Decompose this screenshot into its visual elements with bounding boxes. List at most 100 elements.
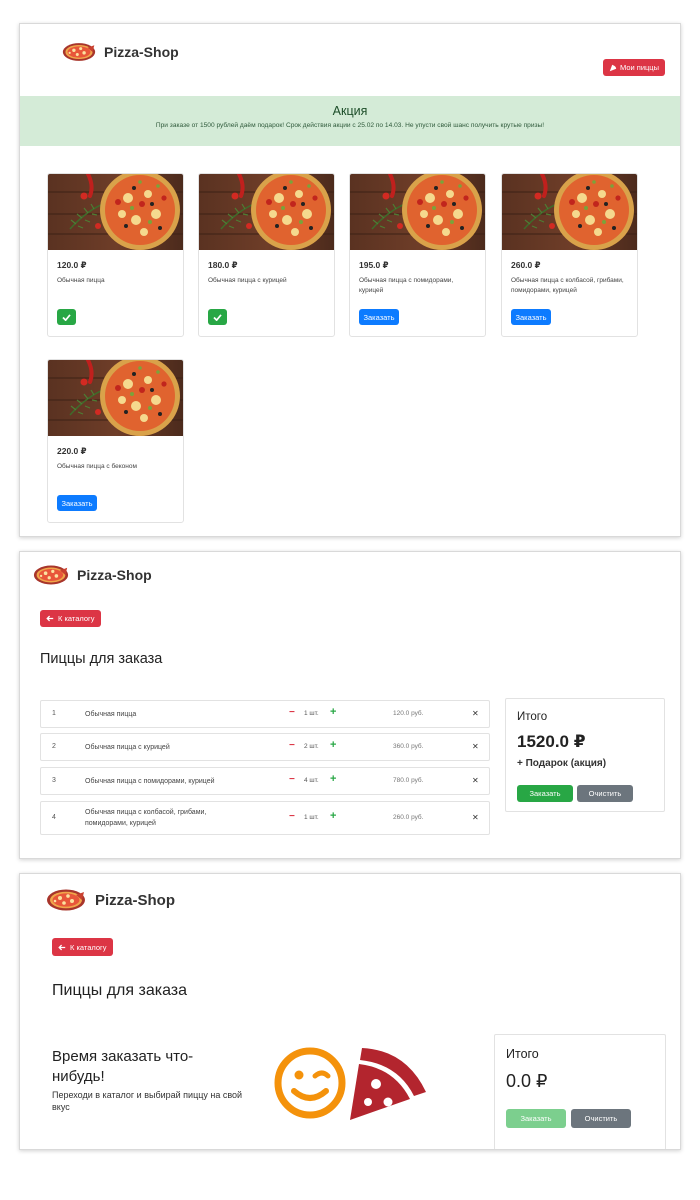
arrow-left-icon: [58, 944, 66, 950]
wink-face-icon: [274, 1047, 346, 1119]
cart-row: 1 Обычная пицца − 1 шт. + 120.0 руб. ✕: [40, 700, 490, 728]
order-button[interactable]: Заказать: [511, 309, 551, 325]
summary-title: Итого: [517, 711, 548, 723]
back-to-catalog-button[interactable]: К каталогу: [40, 610, 101, 627]
cart-row: 2 Обычная пицца с курицей − 2 шт. + 360.…: [40, 733, 490, 761]
empty-message-title: Время заказать что-нибудь!: [52, 1048, 194, 1085]
page-title: Пиццы для заказа: [40, 651, 163, 667]
summary-title: Итого: [506, 1047, 539, 1061]
row-price: 780.0 руб.: [393, 777, 424, 784]
brand[interactable]: Pizza-Shop: [62, 41, 179, 63]
plus-icon[interactable]: +: [330, 810, 336, 822]
brand[interactable]: Pizza-Shop: [45, 888, 175, 912]
my-pizzas-label: Мои пиццы: [619, 63, 659, 72]
pizza-price: 195.0 ₽: [359, 260, 389, 270]
pizza-price: 180.0 ₽: [208, 260, 238, 270]
minus-icon[interactable]: −: [289, 707, 295, 718]
back-label: К каталогу: [58, 614, 95, 623]
pizza-card: 120.0 ₽ Обычная пицца: [47, 173, 184, 337]
empty-message-text: Переходи в каталог и выбирай пиццу на св…: [52, 1090, 243, 1112]
pizza-slice-icon: [350, 1048, 426, 1120]
order-button[interactable]: Заказать: [57, 495, 97, 511]
brand-name: Pizza-Shop: [95, 891, 176, 909]
pizza-price: 120.0 ₽: [57, 260, 87, 270]
pizza-name: Обычная пицца с курицей: [208, 277, 287, 284]
row-number: 4: [52, 814, 56, 821]
row-price: 260.0 руб.: [393, 814, 424, 821]
brand-name: Pizza-Shop: [104, 44, 179, 60]
pizza-card: 195.0 ₽ Обычная пицца с помидорами, кури…: [349, 173, 486, 337]
catalog-screen: Pizza-Shop Мои пиццы Акция При заказе от…: [19, 23, 681, 537]
promo-banner: Акция При заказе от 1500 рублей даём под…: [20, 96, 680, 146]
clear-button[interactable]: Очистить: [577, 785, 633, 802]
pizza-card: 220.0 ₽ Обычная пицца с беконом Заказать: [47, 359, 184, 523]
brand-name: Pizza-Shop: [77, 567, 152, 583]
cart-row: 4 Обычная пицца с колбасой, грибами, пом…: [40, 801, 490, 835]
row-pizza-name: Обычная пицца: [85, 711, 137, 718]
close-icon[interactable]: ✕: [472, 813, 479, 822]
row-pizza-name: Обычная пицца с курицей: [85, 744, 170, 751]
pizza-name: Обычная пицца с помидорами, курицей: [359, 277, 454, 294]
plus-icon[interactable]: +: [330, 739, 336, 751]
clear-button[interactable]: Очистить: [571, 1109, 631, 1128]
order-summary: Итого 0.0 ₽ Заказать Очистить: [494, 1034, 666, 1149]
plus-icon[interactable]: +: [330, 773, 336, 785]
page-title: Пиццы для заказа: [52, 982, 188, 999]
back-to-catalog-button[interactable]: К каталогу: [52, 938, 113, 956]
order-button[interactable]: Заказать: [517, 785, 573, 802]
plus-icon[interactable]: +: [330, 706, 336, 718]
pizza-logo-icon: [33, 564, 69, 586]
row-number: 3: [52, 777, 56, 784]
pizza-image: [48, 174, 184, 250]
minus-icon[interactable]: −: [289, 811, 295, 822]
header: Pizza-Shop Мои пиццы: [20, 24, 680, 96]
in-cart-button[interactable]: [57, 309, 76, 325]
cart-row: 3 Обычная пицца с помидорами, курицей − …: [40, 767, 490, 795]
promo-text: При заказе от 1500 рублей даём подарок! …: [155, 122, 545, 129]
row-price: 120.0 руб.: [393, 710, 424, 717]
promo-title: Акция: [332, 104, 368, 118]
pizza-slice-icon: [609, 64, 617, 71]
in-cart-button[interactable]: [208, 309, 227, 325]
pizza-card: 180.0 ₽ Обычная пицца с курицей: [198, 173, 335, 337]
row-quantity: 4 шт.: [304, 777, 319, 784]
pizza-logo-icon: [62, 41, 96, 63]
row-number: 2: [52, 743, 56, 750]
close-icon[interactable]: ✕: [472, 742, 479, 751]
pizza-price: 220.0 ₽: [57, 446, 87, 456]
check-icon: [62, 313, 71, 321]
minus-icon[interactable]: −: [289, 774, 295, 785]
brand[interactable]: Pizza-Shop: [33, 564, 152, 586]
close-icon[interactable]: ✕: [472, 709, 479, 718]
pizza-name: Обычная пицца с колбасой, грибами, помид…: [511, 277, 624, 294]
my-pizzas-button[interactable]: Мои пиццы: [603, 59, 665, 76]
order-summary: Итого 1520.0 ₽ + Подарок (акция) Заказат…: [505, 698, 665, 812]
row-quantity: 1 шт.: [304, 710, 319, 717]
pizza-logo-icon: [45, 888, 87, 912]
pizza-name: Обычная пицца: [57, 277, 105, 284]
pizza-price: 260.0 ₽: [511, 260, 541, 270]
summary-total: 0.0 ₽: [506, 1071, 548, 1091]
close-icon[interactable]: ✕: [472, 776, 479, 785]
order-button[interactable]: Заказать: [359, 309, 399, 325]
row-quantity: 2 шт.: [304, 743, 319, 750]
check-icon: [213, 313, 222, 321]
row-pizza-name: Обычная пицца с колбасой, грибами, помид…: [85, 809, 207, 827]
row-number: 1: [52, 710, 56, 717]
pizza-image: [48, 360, 184, 436]
pizza-card: 260.0 ₽ Обычная пицца с колбасой, грибам…: [501, 173, 638, 337]
empty-cart-screen: Pizza-Shop К каталогу Пиццы для заказа В…: [19, 873, 681, 1150]
arrow-left-icon: [46, 615, 54, 622]
pizza-name: Обычная пицца с беконом: [57, 463, 137, 470]
cart-screen: Pizza-Shop К каталогу Пиццы для заказа 1…: [19, 551, 681, 859]
back-label: К каталогу: [70, 942, 107, 952]
row-price: 360.0 руб.: [393, 743, 424, 750]
row-pizza-name: Обычная пицца с помидорами, курицей: [85, 778, 215, 785]
pizza-image: [350, 174, 486, 250]
order-button[interactable]: Заказать: [506, 1109, 566, 1128]
minus-icon[interactable]: −: [289, 740, 295, 751]
summary-total: 1520.0 ₽: [517, 732, 586, 751]
pizza-image: [199, 174, 335, 250]
pizza-image: [502, 174, 638, 250]
row-quantity: 1 шт.: [304, 814, 319, 821]
